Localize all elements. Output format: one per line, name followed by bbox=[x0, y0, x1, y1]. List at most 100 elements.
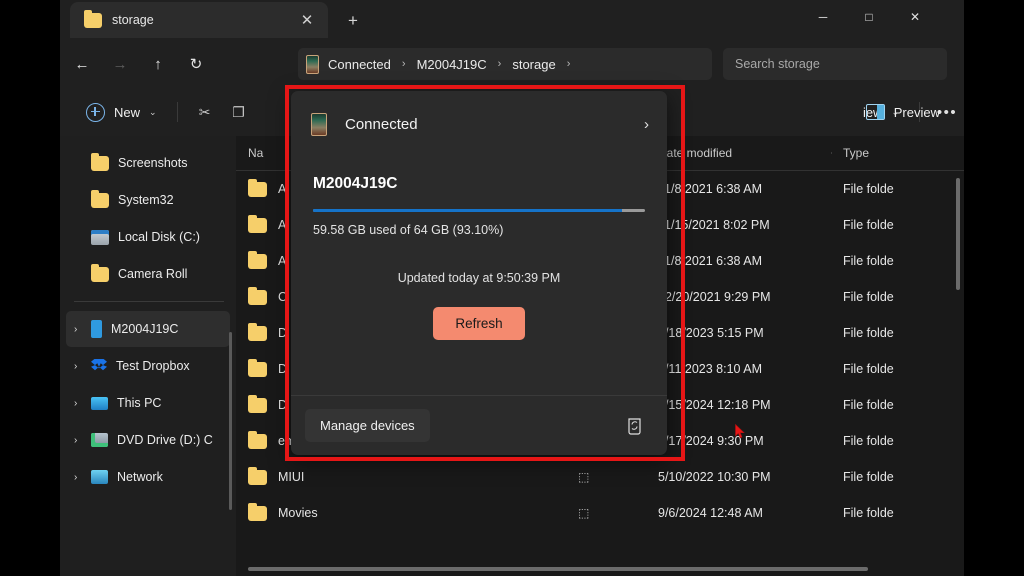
chevron-down-icon: ⌄ bbox=[149, 106, 157, 117]
sidebar-item-dvd-drive-d[interactable]: › DVD Drive (D:) C bbox=[66, 422, 230, 458]
breadcrumb-item-2[interactable]: storage bbox=[512, 57, 555, 72]
address-bar: ← → ↑ ↻ Connected › M2004J19C › storage … bbox=[60, 40, 964, 88]
copy-icon[interactable]: ❐ bbox=[222, 96, 256, 128]
plus-icon bbox=[86, 102, 105, 122]
sidebar-item-screenshots[interactable]: Screenshots bbox=[66, 145, 230, 181]
sidebar-item-label: DVD Drive (D:) C bbox=[117, 433, 213, 447]
network-icon bbox=[91, 470, 108, 484]
sidebar-item-network[interactable]: › Network bbox=[66, 459, 230, 495]
title-bar: storage ✕ + ─ □ ✕ bbox=[60, 0, 964, 40]
column-header-date-modified[interactable]: Date modified bbox=[646, 146, 831, 160]
file-date-cell: 6/18/2023 5:15 PM bbox=[658, 326, 764, 340]
table-row[interactable]: MIUI ⬚ 5/10/2022 10:30 PM File folde bbox=[236, 459, 964, 495]
up-button[interactable]: ↑ bbox=[142, 48, 174, 80]
refresh-button[interactable]: Refresh bbox=[433, 307, 525, 340]
new-tab-icon[interactable]: + bbox=[340, 8, 366, 34]
file-type-cell: File folde bbox=[843, 506, 894, 520]
table-row[interactable]: Movies ⬚ 9/6/2024 12:48 AM File folde bbox=[236, 495, 964, 531]
file-list-vertical-scrollbar[interactable] bbox=[956, 178, 960, 290]
chevron-right-icon: › bbox=[566, 58, 571, 70]
breadcrumb-item-1[interactable]: M2004J19C bbox=[417, 57, 487, 72]
recycle-bin-icon[interactable] bbox=[619, 411, 649, 441]
folder-icon bbox=[248, 178, 267, 197]
sidebar-divider bbox=[74, 301, 224, 302]
file-name-label: A bbox=[278, 254, 287, 268]
file-name-label: A bbox=[278, 182, 287, 196]
folder-icon bbox=[248, 322, 267, 341]
folder-icon bbox=[248, 430, 267, 449]
tab-label: storage bbox=[112, 13, 154, 27]
file-type-cell: File folde bbox=[843, 398, 894, 412]
storage-progress-bar bbox=[313, 209, 645, 212]
sidebar-item-system32[interactable]: System32 bbox=[66, 182, 230, 218]
minimize-button[interactable]: ─ bbox=[800, 0, 846, 33]
file-type-cell: File folde bbox=[843, 218, 894, 232]
dvd-icon bbox=[91, 433, 108, 447]
sidebar-scrollbar[interactable] bbox=[229, 332, 232, 510]
chevron-right-icon[interactable]: › bbox=[74, 435, 91, 446]
chevron-right-icon: › bbox=[497, 58, 502, 70]
folder-icon bbox=[248, 394, 267, 413]
chevron-right-icon[interactable]: › bbox=[74, 398, 91, 409]
sidebar-item-m2004j19c[interactable]: › M2004J19C bbox=[66, 311, 230, 347]
column-header-type[interactable]: Type bbox=[831, 146, 921, 160]
search-input[interactable]: Search storage bbox=[723, 48, 947, 80]
folder-icon bbox=[248, 286, 267, 305]
chevron-right-icon[interactable]: › bbox=[74, 361, 91, 372]
chevron-right-icon[interactable]: › bbox=[74, 472, 91, 483]
maximize-button[interactable]: □ bbox=[846, 0, 892, 33]
cut-icon[interactable]: ✂ bbox=[188, 96, 222, 128]
chevron-right-icon: › bbox=[401, 58, 406, 70]
folder-icon bbox=[248, 250, 267, 269]
flyout-header[interactable]: Connected › bbox=[291, 91, 667, 157]
preview-button-label: Preview bbox=[893, 104, 940, 120]
forward-button[interactable]: → bbox=[104, 48, 136, 80]
flyout-body: M2004J19C 59.58 GB used of 64 GB (93.10%… bbox=[291, 157, 667, 395]
last-updated-text: Updated today at 9:50:39 PM bbox=[397, 271, 561, 285]
storage-progress-fill bbox=[313, 209, 623, 212]
new-button[interactable]: New ⌄ bbox=[76, 96, 167, 128]
file-name-label: D bbox=[278, 398, 288, 412]
file-list-horizontal-scrollbar[interactable] bbox=[248, 567, 868, 571]
sidebar-item-test-dropbox[interactable]: › Test Dropbox bbox=[66, 348, 230, 384]
close-window-button[interactable]: ✕ bbox=[892, 0, 938, 33]
sidebar-item-label: Test Dropbox bbox=[116, 359, 190, 373]
sidebar-item-camera-roll[interactable]: Camera Roll bbox=[66, 256, 230, 292]
file-name-label: MIUI bbox=[278, 470, 305, 484]
device-status-flyout: Connected › M2004J19C 59.58 GB used of 6… bbox=[291, 91, 667, 455]
sidebar-item-label: M2004J19C bbox=[111, 322, 179, 336]
breadcrumb-item-0[interactable]: Connected bbox=[328, 57, 391, 72]
back-button[interactable]: ← bbox=[66, 48, 98, 80]
file-name-label: D bbox=[278, 362, 288, 376]
preview-button[interactable]: Preview bbox=[856, 96, 950, 128]
folder-icon bbox=[248, 466, 267, 485]
preview-pane-icon bbox=[865, 104, 885, 120]
dropbox-icon bbox=[91, 358, 107, 371]
sidebar-item-label: This PC bbox=[117, 396, 162, 410]
manage-devices-button[interactable]: Manage devices bbox=[305, 409, 430, 442]
file-date-cell: 11/15/2021 8:02 PM bbox=[658, 218, 770, 232]
refresh-button[interactable]: ↻ bbox=[180, 48, 212, 80]
sidebar-item-label: Camera Roll bbox=[118, 267, 188, 281]
file-type-cell: File folde bbox=[843, 326, 894, 340]
screenshot-root: storage ✕ + ─ □ ✕ ← → ↑ ↻ Connected › M2… bbox=[0, 0, 1024, 576]
breadcrumb[interactable]: Connected › M2004J19C › storage › bbox=[298, 48, 712, 80]
chevron-right-icon[interactable]: › bbox=[74, 324, 91, 335]
folder-icon bbox=[248, 358, 267, 377]
file-type-cell: File folde bbox=[843, 362, 894, 376]
drive-icon bbox=[91, 229, 109, 245]
close-tab-icon[interactable]: ✕ bbox=[294, 7, 320, 33]
file-type-cell: File folde bbox=[843, 434, 894, 448]
sidebar-item-local-disk-c[interactable]: Local Disk (C:) bbox=[66, 219, 230, 255]
flyout-footer: Manage devices bbox=[291, 395, 667, 455]
device-name: M2004J19C bbox=[313, 175, 398, 192]
new-button-label: New bbox=[114, 104, 141, 120]
folder-icon bbox=[91, 152, 109, 171]
file-date-cell: 9/15/2024 12:18 PM bbox=[658, 398, 771, 412]
folder-icon bbox=[248, 214, 267, 233]
sidebar-item-label: Local Disk (C:) bbox=[118, 230, 200, 244]
chevron-right-icon[interactable]: › bbox=[644, 116, 649, 133]
browser-tab-storage[interactable]: storage ✕ bbox=[70, 2, 328, 38]
phone-icon bbox=[311, 112, 327, 136]
sidebar-item-this-pc[interactable]: › This PC bbox=[66, 385, 230, 421]
